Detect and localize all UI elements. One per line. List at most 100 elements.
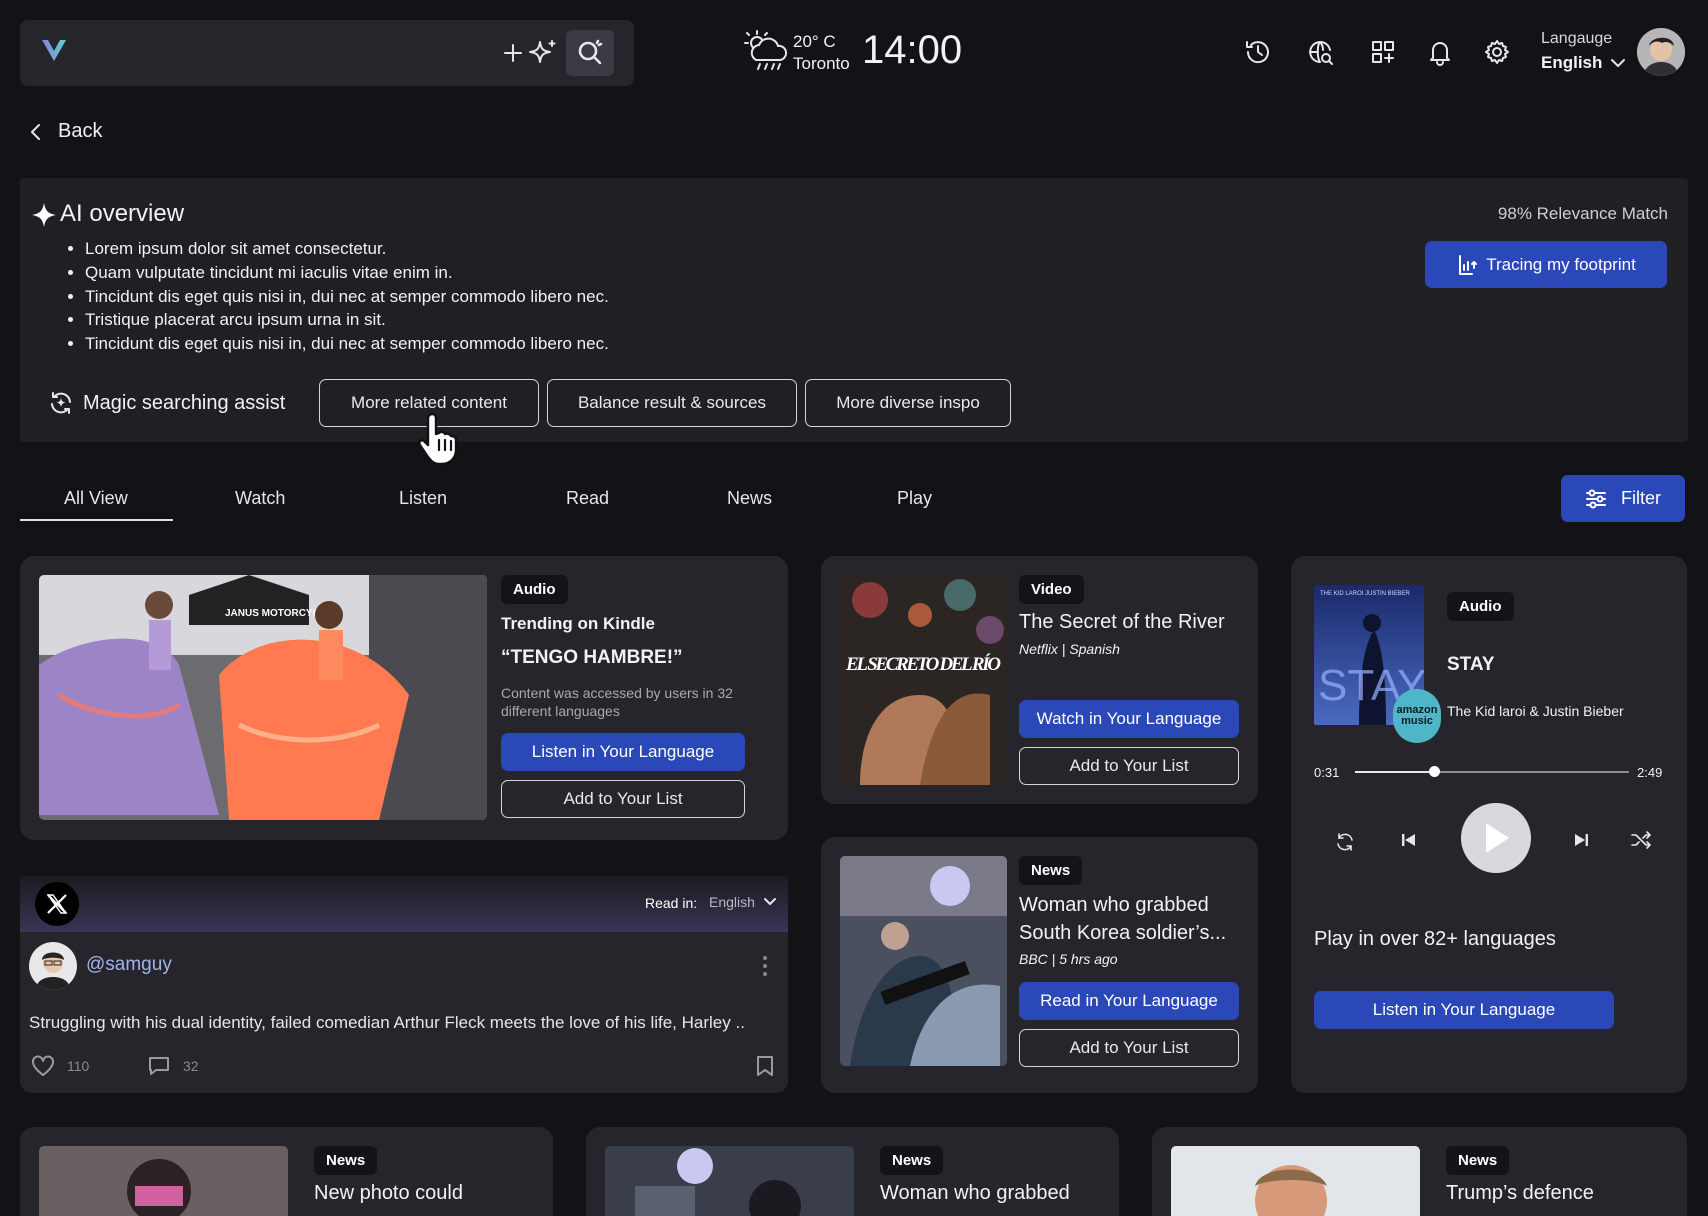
ai-bullet: Lorem ipsum dolor sit amet consectetur. (85, 237, 609, 261)
tab-news[interactable]: News (727, 488, 772, 509)
search-input[interactable] (80, 32, 480, 72)
chip-diverse-inspo[interactable]: More diverse inspo (805, 379, 1011, 427)
tracing-footprint-label: Tracing my footprint (1486, 254, 1636, 274)
back-label: Back (58, 120, 103, 142)
footprint-chart-icon (1459, 254, 1478, 275)
language-value: English (1541, 53, 1603, 72)
post-username[interactable]: @samguy (86, 954, 172, 976)
post-avatar[interactable] (29, 942, 77, 990)
card-title: Trump’s defence (1446, 1182, 1594, 1204)
tab-listen[interactable]: Listen (399, 488, 447, 509)
progress-fill (1355, 771, 1435, 773)
ai-bullets: Lorem ipsum dolor sit amet consectetur. … (85, 237, 609, 356)
filter-button[interactable]: Filter (1561, 475, 1685, 522)
repeat-icon[interactable] (1334, 831, 1356, 853)
card-meta: Netflix | Spanish (1019, 641, 1120, 657)
ai-bullet: Tincidunt dis eget quis nisi in, dui nec… (85, 332, 609, 356)
hand-cursor-icon (416, 410, 466, 466)
next-track-icon[interactable] (1572, 831, 1590, 849)
settings-gear-icon[interactable] (1483, 38, 1511, 66)
card-title: “TENGO HAMBRE!” (501, 647, 683, 668)
tab-play[interactable]: Play (897, 488, 932, 509)
total-time: 2:49 (1637, 765, 1663, 780)
add-to-list-button[interactable]: Add to Your List (1019, 1029, 1239, 1067)
like-button[interactable]: 110 (31, 1055, 89, 1077)
back-button[interactable]: Back (28, 120, 102, 143)
content-type-tag: News (880, 1146, 944, 1175)
weather-icon (742, 28, 790, 74)
read-in-label: Read in: (645, 895, 698, 911)
like-count: 110 (67, 1058, 90, 1074)
apps-icon[interactable] (1369, 38, 1397, 66)
search-button[interactable] (566, 30, 614, 76)
tab-watch[interactable]: Watch (235, 488, 285, 509)
card-title: Woman who grabbed South Korea soldier’s.… (1019, 894, 1227, 944)
read-in-language-button[interactable]: Read in Your Language (1019, 982, 1239, 1020)
card-title: New photo could (314, 1182, 463, 1204)
more-options-icon[interactable] (762, 955, 768, 977)
ai-sparkle-add-icon[interactable] (502, 38, 558, 68)
bookmark-icon[interactable] (756, 1055, 774, 1077)
listen-in-language-button[interactable]: Listen in Your Language (501, 733, 745, 771)
play-icon (1486, 823, 1509, 853)
notification-bell-icon[interactable] (1426, 38, 1454, 66)
poster-title-text: EL SECRETO DEL RÍO (845, 653, 1001, 675)
card-description: Content was accessed by users in 32 diff… (501, 685, 733, 719)
relevance-match: 98% Relevance Match (1497, 204, 1668, 223)
album-cover-artists: THE KID LAROI JUSTIN BIEBER (1320, 591, 1410, 597)
language-selector[interactable]: English (1541, 53, 1626, 73)
play-button[interactable] (1461, 803, 1531, 873)
news-image (605, 1146, 854, 1216)
magic-assist-icon (48, 390, 74, 416)
x-logo-icon (35, 882, 79, 926)
content-type-tag: News (1446, 1146, 1510, 1175)
tracing-footprint-button[interactable]: Tracing my footprint (1425, 241, 1667, 288)
dancers-image: JANUS MOTORCYC (39, 575, 487, 820)
amazon-music-text: amazon music (1396, 704, 1438, 727)
current-time: 0:31 (1314, 765, 1340, 780)
history-icon[interactable] (1244, 38, 1272, 66)
ai-overview-title: AI overview (60, 200, 185, 227)
news-image (39, 1146, 288, 1216)
track-artist: The Kid laroi & Justin Bieber (1447, 703, 1624, 719)
listen-in-language-button[interactable]: Listen in Your Language (1314, 991, 1614, 1029)
news-image (840, 856, 1007, 1066)
previous-track-icon[interactable] (1400, 831, 1418, 849)
tab-active-indicator (20, 519, 173, 521)
clock: 14:00 (862, 28, 963, 72)
watch-in-language-button[interactable]: Watch in Your Language (1019, 700, 1239, 738)
sparkle-icon (31, 202, 57, 228)
filter-sliders-icon (1586, 489, 1606, 508)
language-label: Langauge (1541, 30, 1613, 47)
tab-read[interactable]: Read (566, 488, 609, 509)
chevron-left-icon (31, 123, 40, 140)
ai-bullet: Tristique placerat arcu ipsum urna in si… (85, 308, 609, 332)
filter-label: Filter (1621, 488, 1661, 508)
add-to-list-button[interactable]: Add to Your List (501, 780, 745, 818)
post-language-value: English (709, 894, 755, 910)
card-meta: BBC | 5 hrs ago (1019, 951, 1118, 967)
comment-button[interactable]: 32 (147, 1055, 199, 1077)
tab-all-view[interactable]: All View (64, 488, 128, 509)
shuffle-icon[interactable] (1630, 829, 1652, 851)
chevron-down-icon (1611, 59, 1626, 67)
weather-temp: 20° C (793, 32, 836, 51)
app-logo (38, 34, 70, 66)
post-language-select[interactable]: English (709, 894, 777, 910)
comment-count: 32 (183, 1058, 199, 1074)
globe-search-icon[interactable] (1306, 38, 1334, 66)
track-title: STAY (1447, 654, 1495, 675)
ai-bullet: Quam vulputate tincidunt mi iaculis vita… (85, 261, 609, 285)
image-banner-text: JANUS MOTORCYC (225, 608, 320, 619)
content-type-tag: Video (1019, 575, 1084, 604)
avatar[interactable] (1637, 28, 1685, 76)
chip-balance-results[interactable]: Balance result & sources (547, 379, 797, 427)
add-to-list-button[interactable]: Add to Your List (1019, 747, 1239, 785)
news-image (1171, 1146, 1420, 1216)
card-kicker: Trending on Kindle (501, 614, 655, 633)
weather-city: Toronto (793, 54, 850, 73)
content-type-tag: News (314, 1146, 378, 1175)
promo-text: Play in over 82+ languages (1314, 928, 1556, 950)
post-text: Struggling with his dual identity, faile… (29, 1013, 745, 1032)
content-type-tag: News (1019, 856, 1083, 885)
